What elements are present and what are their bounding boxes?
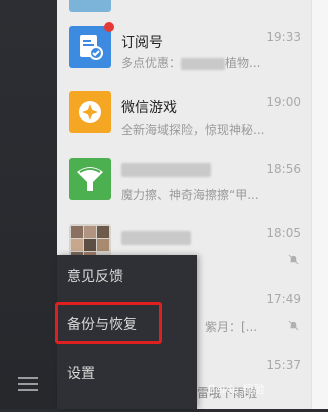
chat-preview: 多点优惠： 植物...: [121, 56, 261, 70]
game-icon: [69, 91, 111, 133]
chat-name: 订阅号: [121, 35, 163, 51]
chat-preview: 魔力擦、神奇海擦擦“甲...: [121, 188, 259, 202]
mute-icon: [288, 320, 299, 331]
chat-time: 15:37: [266, 358, 301, 372]
unread-dot: [104, 22, 114, 32]
chat-time: 18:56: [266, 162, 301, 176]
avatar: [69, 158, 111, 200]
highlight-box: [55, 302, 162, 344]
chat-name: 微信游戏: [121, 100, 177, 116]
menu-item-settings[interactable]: 设置: [57, 354, 197, 394]
watermark: Baidu 经验: [208, 383, 265, 396]
partial-row-avatar: [69, 0, 111, 12]
chat-time: 17:49: [266, 292, 301, 306]
chat-preview: 全新海域探险，惊现神秘...: [121, 123, 265, 137]
chat-time: 19:33: [266, 30, 301, 44]
chat-item-games[interactable]: 微信游戏 全新海域探险，惊现神秘... 19:00: [57, 79, 311, 141]
chat-item-subscriptions[interactable]: 订阅号 多点优惠： 植物... 19:33: [57, 14, 311, 76]
chat-item[interactable]: 魔力擦、神奇海擦擦“甲... 18:56: [57, 146, 311, 208]
chat-preview: 紫月：[...: [205, 320, 258, 334]
right-panel-edge: [311, 0, 328, 409]
left-sidebar: [0, 0, 57, 409]
chat-time: 19:00: [266, 95, 301, 109]
subscription-icon: [69, 26, 111, 68]
chat-name: [121, 230, 191, 246]
menu-icon[interactable]: [18, 377, 38, 391]
chat-time: 18:05: [266, 226, 301, 240]
mute-icon: [288, 254, 299, 265]
chat-name: [121, 162, 211, 178]
menu-item-feedback[interactable]: 意见反馈: [57, 257, 197, 297]
